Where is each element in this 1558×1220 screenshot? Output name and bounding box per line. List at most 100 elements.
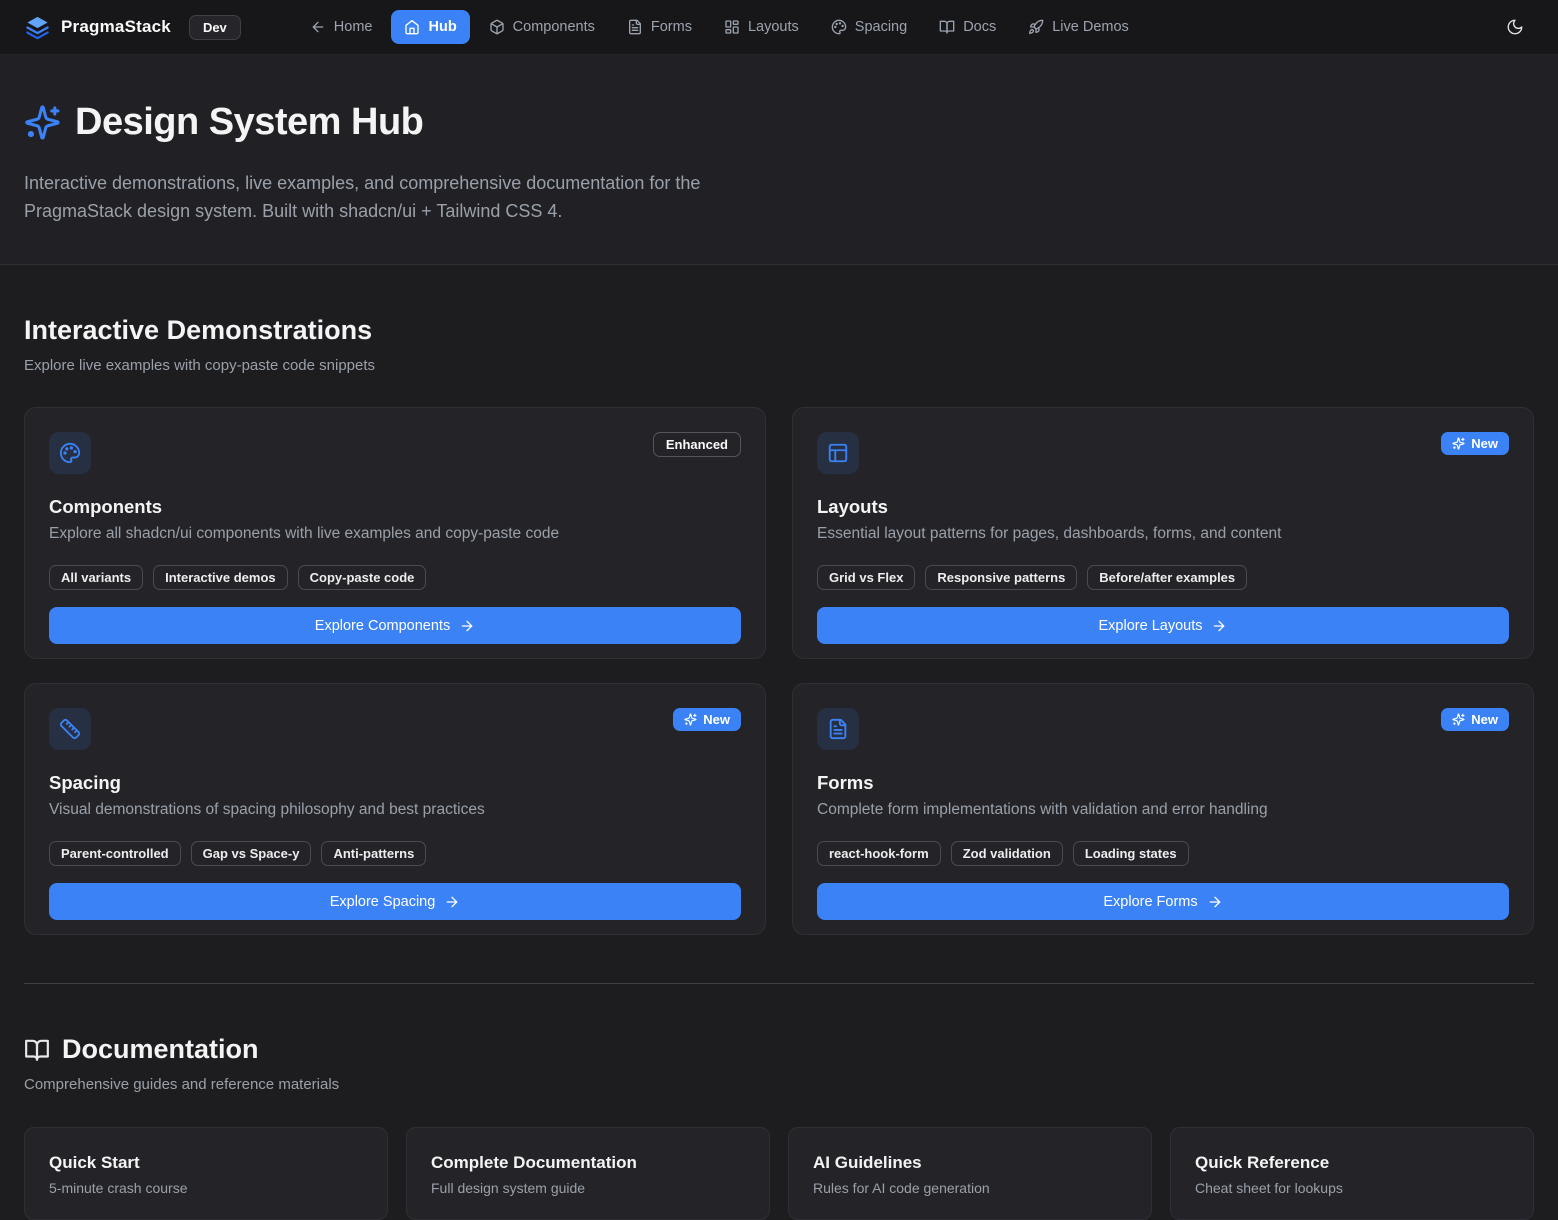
palette-icon <box>831 19 847 35</box>
doc-card-title: Quick Start <box>49 1153 363 1173</box>
explore-forms-button[interactable]: Explore Forms <box>817 883 1509 920</box>
nav-item-label: Hub <box>428 19 456 35</box>
arrow-left-icon <box>310 19 326 35</box>
page-title: Design System Hub <box>24 101 1534 144</box>
nav-item-hub[interactable]: Hub <box>391 10 469 44</box>
doc-card-complete-documentation[interactable]: Complete Documentation Full design syste… <box>406 1127 770 1220</box>
brand[interactable]: PragmaStack Dev <box>24 14 241 41</box>
nav-item-label: Layouts <box>748 19 799 35</box>
tag: Grid vs Flex <box>817 565 915 590</box>
env-badge: Dev <box>189 15 241 40</box>
nav-links: Home Hub Components Forms Layouts Spacin… <box>297 10 1142 44</box>
doc-card-quick-reference[interactable]: Quick Reference Cheat sheet for lookups <box>1170 1127 1534 1220</box>
theme-toggle-button[interactable] <box>1496 8 1534 46</box>
docs-cards-grid: Quick Start 5-minute crash course Comple… <box>24 1127 1534 1220</box>
card-description: Complete form implementations with valid… <box>817 801 1509 819</box>
explore-components-button[interactable]: Explore Components <box>49 607 741 644</box>
doc-card-subtitle: Full design system guide <box>431 1180 745 1196</box>
layout-grid-icon <box>724 19 740 35</box>
box-icon <box>489 19 505 35</box>
file-text-icon <box>627 19 643 35</box>
card-tags: Grid vs Flex Responsive patterns Before/… <box>817 565 1509 590</box>
card-tags: react-hook-form Zod validation Loading s… <box>817 841 1509 866</box>
nav-item-docs[interactable]: Docs <box>926 10 1009 44</box>
demos-section-title: Interactive Demonstrations <box>24 315 1534 346</box>
hero-description: Interactive demonstrations, live example… <box>24 169 764 225</box>
card-tags: Parent-controlled Gap vs Space-y Anti-pa… <box>49 841 741 866</box>
new-badge: New <box>673 708 741 731</box>
arrow-right-icon <box>1211 618 1227 634</box>
main-content: Interactive Demonstrations Explore live … <box>0 315 1558 1220</box>
card-title: Spacing <box>49 772 741 794</box>
nav-item-live-demos[interactable]: Live Demos <box>1015 10 1142 44</box>
ruler-icon <box>49 708 91 750</box>
nav-item-layouts[interactable]: Layouts <box>711 10 812 44</box>
demos-section-subtitle: Explore live examples with copy-paste co… <box>24 357 1534 374</box>
tag: Anti-patterns <box>321 841 426 866</box>
sparkles-icon <box>1452 713 1465 726</box>
new-badge: New <box>1441 708 1509 731</box>
docs-section-subtitle: Comprehensive guides and reference mater… <box>24 1076 1534 1093</box>
doc-card-ai-guidelines[interactable]: AI Guidelines Rules for AI code generati… <box>788 1127 1152 1220</box>
explore-spacing-button[interactable]: Explore Spacing <box>49 883 741 920</box>
doc-card-title: Quick Reference <box>1195 1153 1509 1173</box>
nav-item-spacing[interactable]: Spacing <box>818 10 920 44</box>
demo-card-layouts: New Layouts Essential layout patterns fo… <box>792 407 1534 659</box>
arrow-right-icon <box>459 618 475 634</box>
doc-card-title: Complete Documentation <box>431 1153 745 1173</box>
tag: Responsive patterns <box>925 565 1077 590</box>
book-open-icon <box>939 19 955 35</box>
home-icon <box>404 19 420 35</box>
card-title: Forms <box>817 772 1509 794</box>
status-badge: Enhanced <box>653 432 741 457</box>
new-badge: New <box>1441 432 1509 455</box>
sparkles-icon <box>1452 437 1465 450</box>
card-description: Visual demonstrations of spacing philoso… <box>49 801 741 819</box>
panels-top-left-icon <box>817 432 859 474</box>
nav-item-label: Spacing <box>855 19 907 35</box>
book-open-icon <box>24 1037 50 1063</box>
hero: Design System Hub Interactive demonstrat… <box>0 55 1558 265</box>
rocket-icon <box>1028 19 1044 35</box>
nav-item-label: Docs <box>963 19 996 35</box>
sparkles-icon <box>684 713 697 726</box>
tag: Interactive demos <box>153 565 288 590</box>
tag: Copy-paste code <box>298 565 427 590</box>
demo-card-spacing: New Spacing Visual demonstrations of spa… <box>24 683 766 935</box>
tag: All variants <box>49 565 143 590</box>
nav-item-components[interactable]: Components <box>476 10 608 44</box>
tag: Parent-controlled <box>49 841 181 866</box>
navbar: PragmaStack Dev Home Hub Components Form… <box>0 0 1558 55</box>
section-divider <box>24 983 1534 984</box>
doc-card-subtitle: Rules for AI code generation <box>813 1180 1127 1196</box>
demos-section: Interactive Demonstrations Explore live … <box>24 315 1534 935</box>
card-description: Essential layout patterns for pages, das… <box>817 525 1509 543</box>
tag: react-hook-form <box>817 841 941 866</box>
nav-item-label: Forms <box>651 19 692 35</box>
docs-section-title: Documentation <box>24 1034 1534 1065</box>
demo-card-components: Enhanced Components Explore all shadcn/u… <box>24 407 766 659</box>
moon-icon <box>1506 18 1524 36</box>
tag: Before/after examples <box>1087 565 1247 590</box>
arrow-right-icon <box>444 894 460 910</box>
card-title: Layouts <box>817 496 1509 518</box>
nav-item-home[interactable]: Home <box>297 10 386 44</box>
nav-item-label: Components <box>513 19 595 35</box>
sparkles-icon <box>24 104 61 141</box>
explore-layouts-button[interactable]: Explore Layouts <box>817 607 1509 644</box>
nav-item-label: Live Demos <box>1052 19 1129 35</box>
demo-card-forms: New Forms Complete form implementations … <box>792 683 1534 935</box>
doc-card-quick-start[interactable]: Quick Start 5-minute crash course <box>24 1127 388 1220</box>
brand-name: PragmaStack <box>61 17 171 37</box>
nav-item-forms[interactable]: Forms <box>614 10 705 44</box>
tag: Zod validation <box>951 841 1063 866</box>
layers-logo-icon <box>24 14 51 41</box>
file-text-icon <box>817 708 859 750</box>
doc-card-subtitle: Cheat sheet for lookups <box>1195 1180 1509 1196</box>
arrow-right-icon <box>1207 894 1223 910</box>
demo-cards-grid: Enhanced Components Explore all shadcn/u… <box>24 407 1534 935</box>
docs-section: Documentation Comprehensive guides and r… <box>24 1034 1534 1220</box>
doc-card-subtitle: 5-minute crash course <box>49 1180 363 1196</box>
card-description: Explore all shadcn/ui components with li… <box>49 525 741 543</box>
tag: Loading states <box>1073 841 1189 866</box>
